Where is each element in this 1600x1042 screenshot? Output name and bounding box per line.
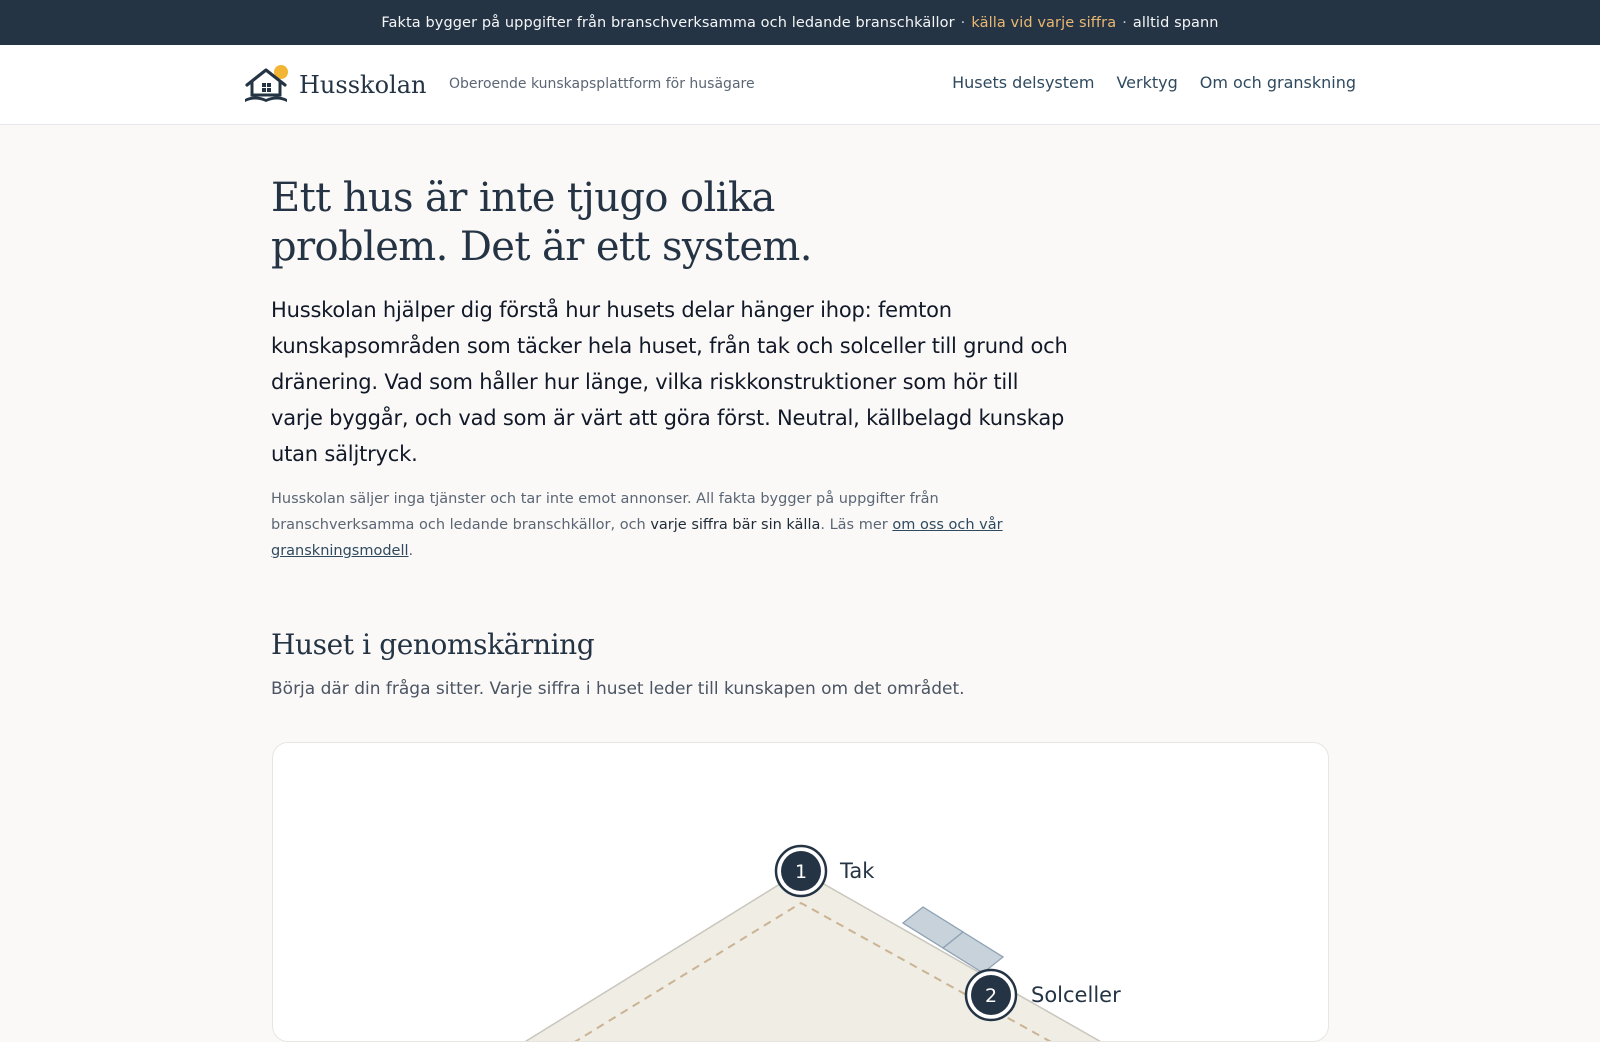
- section-title: Huset i genomskärning: [271, 628, 595, 661]
- nav-link-delsystem[interactable]: Husets delsystem: [952, 73, 1094, 92]
- roof-marker-number: 1: [795, 861, 807, 883]
- roof-shape: [524, 870, 1102, 1041]
- home-logo-link[interactable]: Husskolan: [243, 64, 426, 106]
- hero-title: Ett hus är inte tjugo olika problem. Det…: [271, 175, 812, 270]
- banner-separator: ·: [960, 14, 966, 31]
- hero-section: Ett hus är inte tjugo olika problem. Det…: [271, 174, 1091, 564]
- site-header: Husskolan Oberoende kunskapsplattform fö…: [0, 45, 1600, 125]
- house-logo-icon: [245, 65, 288, 102]
- note-text-2: . Läs mer: [820, 517, 888, 533]
- nav-link-om[interactable]: Om och granskning: [1200, 73, 1356, 92]
- hero-note: Husskolan säljer inga tjänster och tar i…: [271, 486, 1071, 564]
- banner-text: Fakta bygger på uppgifter från branschve…: [381, 14, 955, 31]
- note-emphasis: varje siffra bär sin källa: [650, 517, 821, 533]
- note-end: .: [408, 543, 414, 559]
- house-diagram-card: 1 Tak 2 Solceller: [272, 742, 1329, 1042]
- hero-lead: Husskolan hjälper dig förstå hur husets …: [271, 298, 1068, 466]
- brand-tagline: Oberoende kunskapsplattform för husägare: [449, 76, 755, 92]
- house-cross-section-diagram: 1 Tak 2 Solceller: [524, 844, 1121, 1041]
- solar-marker-number: 2: [985, 985, 997, 1007]
- banner-tail: alltid spann: [1132, 14, 1219, 31]
- banner-highlight: källa vid varje siffra: [971, 14, 1117, 31]
- section-subtitle: Börja där din fråga sitter. Varje siffra…: [271, 679, 965, 699]
- main-nav: Husets delsystem Verktyg Om och granskni…: [952, 73, 1356, 92]
- roof-marker-label: Tak: [839, 859, 875, 883]
- nav-link-verktyg[interactable]: Verktyg: [1116, 73, 1177, 92]
- cross-section-section: Huset i genomskärning Börja där din fråg…: [271, 628, 1331, 699]
- brand-name: Husskolan: [299, 71, 427, 99]
- info-banner: Fakta bygger på uppgifter från branschve…: [0, 0, 1600, 45]
- banner-separator: ·: [1122, 14, 1127, 31]
- solar-marker-label: Solceller: [1031, 983, 1121, 1007]
